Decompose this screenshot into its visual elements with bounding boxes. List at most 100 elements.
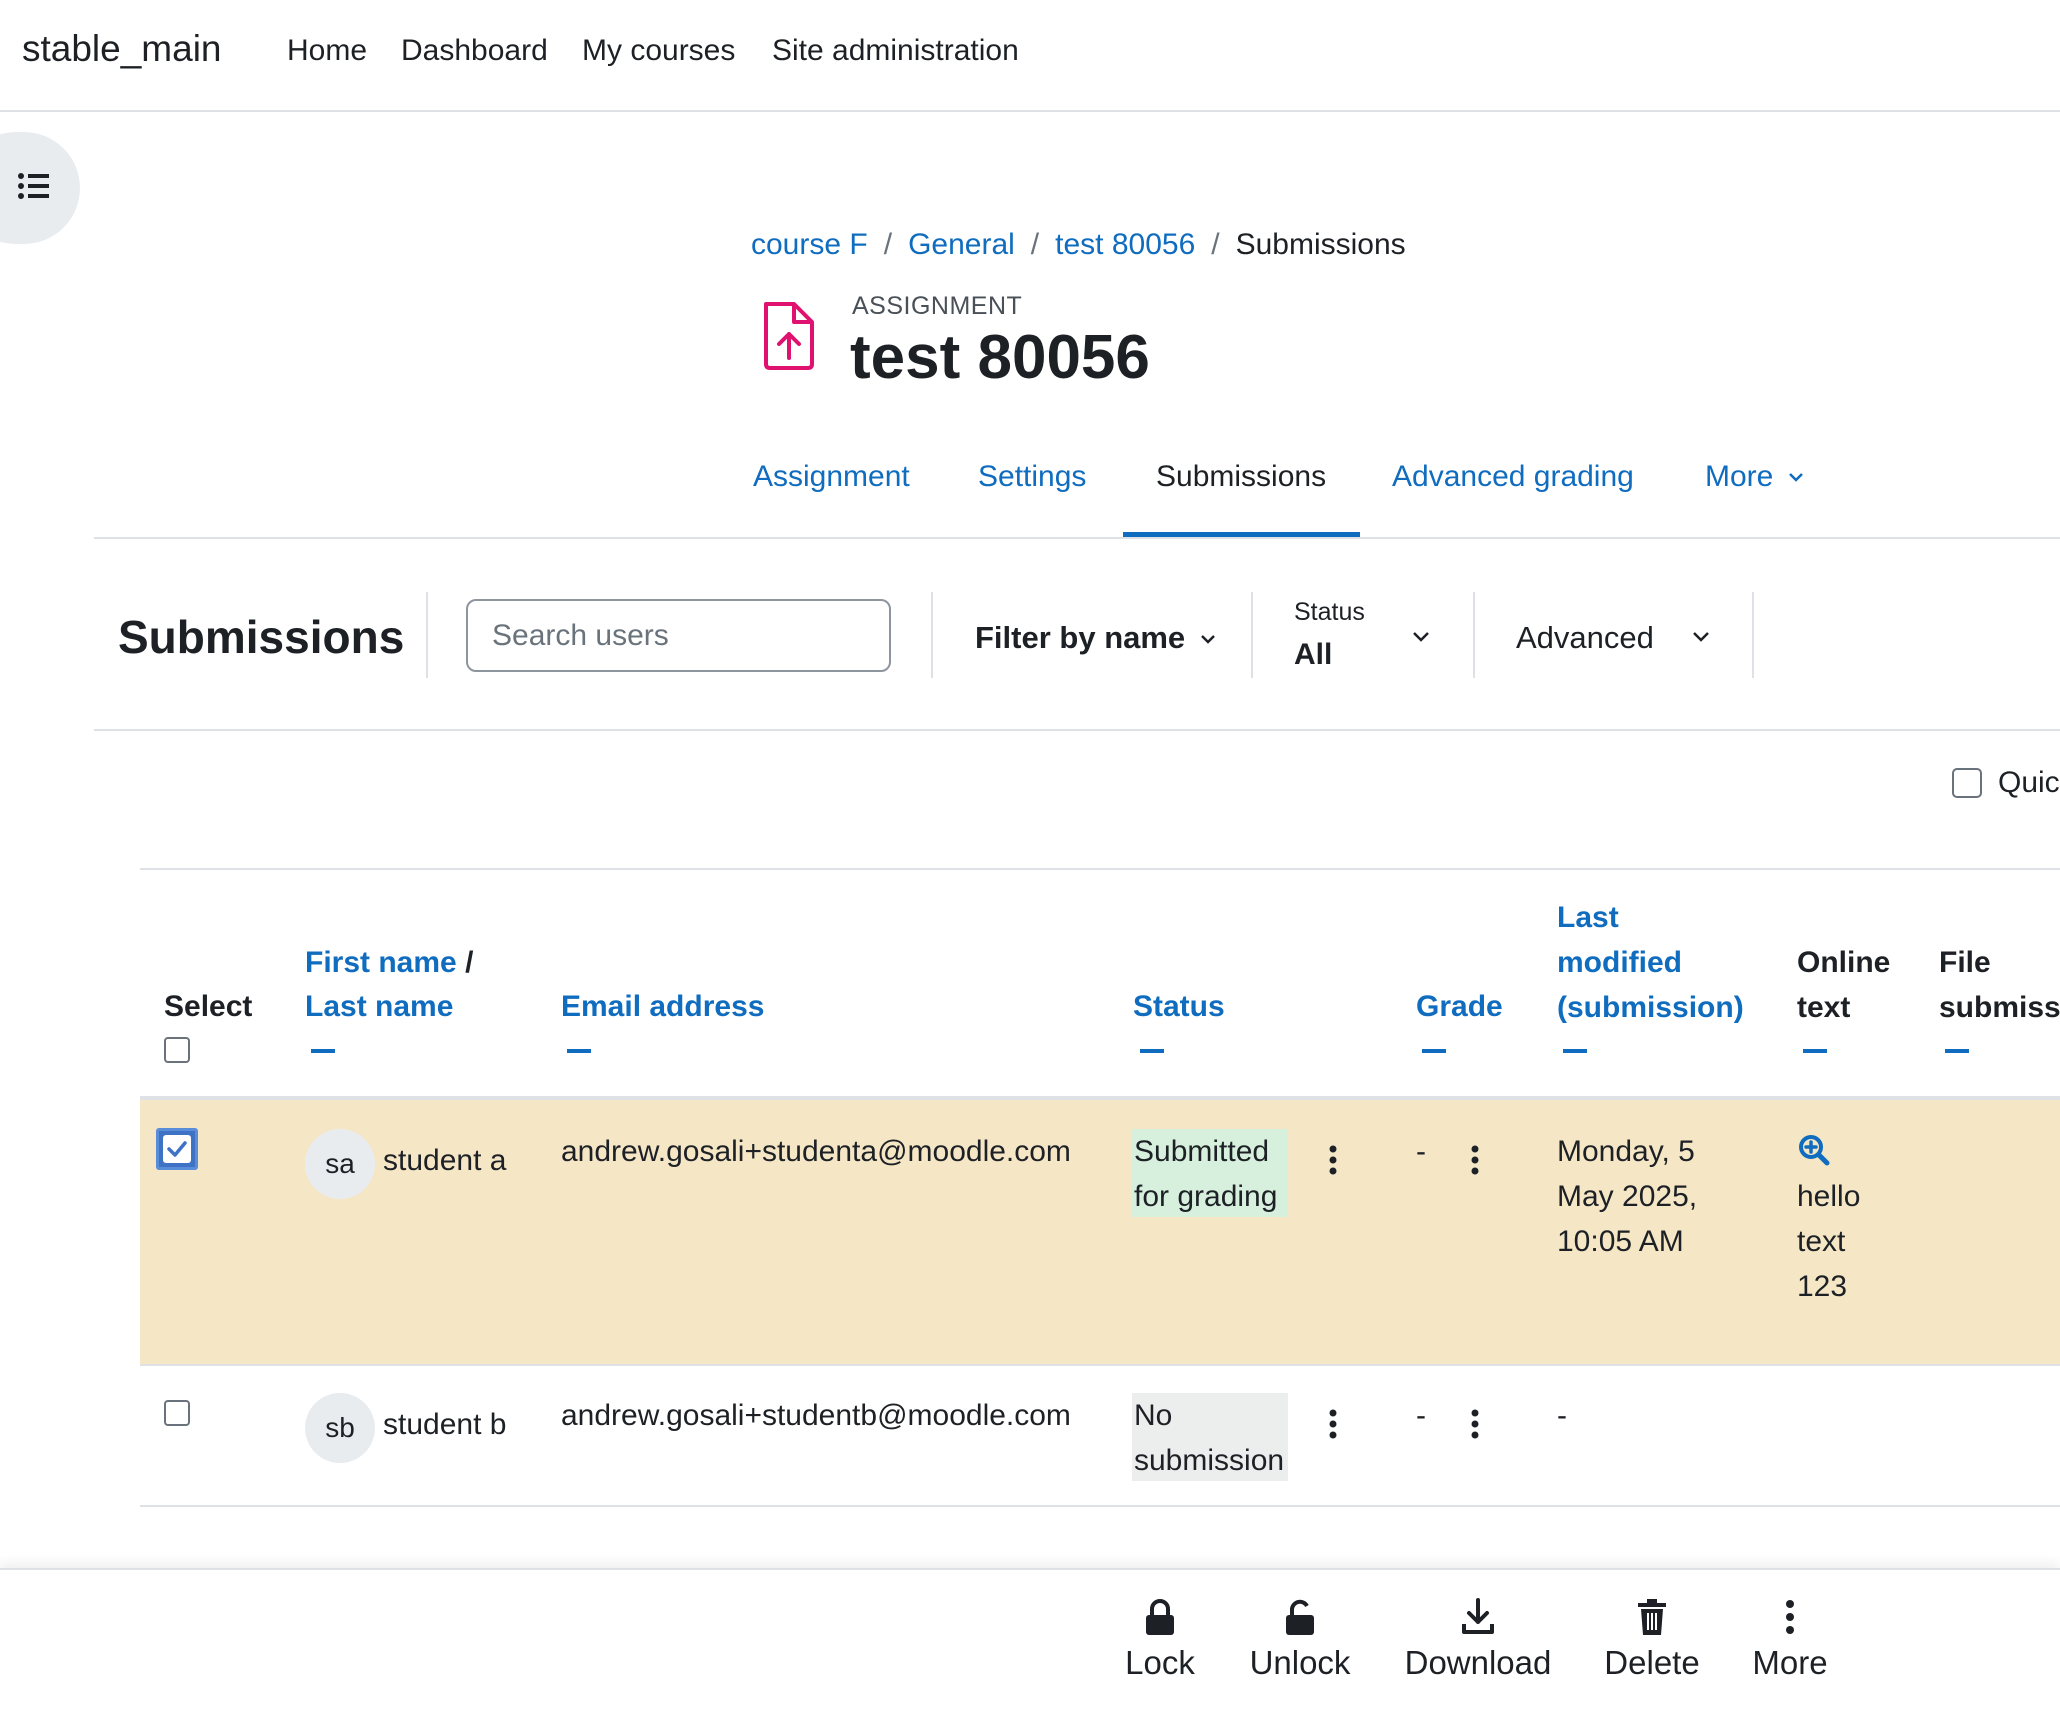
status-badge: No submission — [1132, 1393, 1288, 1481]
breadcrumb-section[interactable]: General — [908, 228, 1015, 262]
row-select-checkbox[interactable] — [164, 1400, 190, 1426]
status-line: for grading — [1134, 1180, 1278, 1213]
tab-assignment[interactable]: Assignment — [753, 460, 910, 494]
breadcrumb-separator: / — [883, 228, 893, 261]
user-email: andrew.gosali+studentb@moodle.com — [561, 1399, 1071, 1432]
divider — [1251, 592, 1253, 678]
row-select-checkbox[interactable] — [156, 1128, 198, 1170]
breadcrumb-course[interactable]: course F — [751, 228, 868, 262]
more-actions-button[interactable]: More — [1748, 1596, 1832, 1682]
grade-actions-menu-icon[interactable] — [1470, 1409, 1480, 1439]
column-header-first-name[interactable]: First name / — [305, 940, 473, 985]
grade-value: - — [1416, 1399, 1426, 1432]
column-header-select: Select — [164, 990, 253, 1023]
breadcrumb-separator: / — [1211, 228, 1220, 261]
divider — [1752, 592, 1754, 678]
search-users-input[interactable] — [466, 599, 891, 672]
date-line: 10:05 AM — [1557, 1225, 1684, 1258]
breadcrumb-activity[interactable]: test 80056 — [1055, 228, 1195, 262]
user-name-link[interactable]: student a — [383, 1138, 506, 1183]
tab-submissions[interactable]: Submissions — [1156, 460, 1326, 494]
status-line: Submitted — [1134, 1135, 1270, 1168]
select-all-checkbox[interactable] — [164, 1037, 190, 1063]
sort-indicator-icon — [1945, 1049, 1969, 1053]
nav-site-administration[interactable]: Site administration — [772, 34, 1019, 68]
tab-settings[interactable]: Settings — [978, 460, 1086, 494]
status-actions-menu-icon[interactable] — [1328, 1145, 1338, 1175]
breadcrumb-separator: / — [1030, 228, 1040, 261]
nav-my-courses[interactable]: My courses — [582, 34, 735, 68]
status-filter-label: Status — [1294, 598, 1365, 626]
kebab-menu-icon — [1786, 1600, 1794, 1634]
checkmark-icon — [163, 1135, 191, 1163]
date-line: Monday, 5 — [1557, 1135, 1695, 1168]
column-header-grade[interactable]: Grade — [1416, 984, 1503, 1029]
first-name-sort-link[interactable]: First name — [305, 946, 457, 979]
filter-by-name-dropdown[interactable]: Filter by name — [975, 620, 1216, 656]
user-email: andrew.gosali+studenta@moodle.com — [561, 1135, 1071, 1168]
sort-indicator-icon — [1563, 1049, 1587, 1053]
filterbar-divider — [94, 729, 2060, 731]
header-line: Last — [1557, 901, 1619, 934]
avatar[interactable]: sa — [305, 1129, 375, 1199]
submissions-heading: Submissions — [118, 611, 405, 663]
column-header-last-name[interactable]: Last name — [305, 984, 453, 1029]
header-line: File — [1939, 946, 1991, 979]
unlock-icon — [1286, 1599, 1314, 1635]
status-line: No — [1134, 1399, 1173, 1432]
page-title: test 80056 — [850, 323, 1150, 392]
row-divider — [140, 1505, 2060, 1507]
divider — [426, 592, 428, 678]
row-divider — [140, 1364, 2060, 1366]
lock-button[interactable]: Lock — [1118, 1596, 1202, 1682]
status-filter-value[interactable]: All — [1294, 638, 1332, 672]
nav-home[interactable]: Home — [287, 34, 367, 68]
sort-indicator-icon — [1422, 1049, 1446, 1053]
quick-grading-checkbox[interactable] — [1952, 768, 1982, 798]
list-icon — [18, 173, 49, 199]
lock-icon — [1146, 1599, 1174, 1635]
tab-advanced-grading[interactable]: Advanced grading — [1392, 460, 1634, 494]
column-header-last-modified[interactable]: Last modified (submission) — [1557, 895, 1744, 1030]
text-line: hello — [1797, 1180, 1861, 1213]
site-brand[interactable]: stable_main — [22, 28, 222, 70]
status-actions-menu-icon[interactable] — [1328, 1409, 1338, 1439]
breadcrumb-current: Submissions — [1235, 228, 1406, 261]
tabs-divider — [94, 537, 2060, 539]
advanced-filter-label[interactable]: Advanced — [1516, 620, 1654, 656]
course-index-toggle-button[interactable] — [0, 132, 80, 244]
text-line: text — [1797, 1225, 1846, 1258]
download-button[interactable]: Download — [1402, 1596, 1554, 1682]
trash-icon — [1638, 1599, 1666, 1635]
unlock-button[interactable]: Unlock — [1244, 1596, 1356, 1682]
top-navbar: stable_main Home Dashboard My courses Si… — [0, 0, 2060, 112]
last-modified-value: - — [1557, 1399, 1567, 1432]
divider — [931, 592, 933, 678]
header-line: Online — [1797, 946, 1891, 979]
chevron-down-icon[interactable] — [1412, 630, 1430, 642]
name-separator: / — [465, 946, 474, 979]
user-name-link[interactable]: student b — [383, 1402, 506, 1447]
chevron-down-icon[interactable] — [1692, 630, 1710, 642]
column-header-status[interactable]: Status — [1133, 984, 1225, 1029]
header-line: modified — [1557, 946, 1682, 979]
tab-more[interactable]: More — [1705, 460, 1804, 494]
status-badge: Submitted for grading — [1132, 1129, 1288, 1217]
divider — [1473, 592, 1475, 678]
grade-value: - — [1416, 1135, 1426, 1168]
column-header-online-text: Online text — [1797, 940, 1890, 1030]
delete-button[interactable]: Delete — [1602, 1596, 1702, 1682]
column-header-email[interactable]: Email address — [561, 984, 764, 1029]
zoom-in-icon[interactable] — [1798, 1134, 1830, 1166]
nav-dashboard[interactable]: Dashboard — [401, 34, 548, 68]
sort-indicator-icon — [311, 1049, 335, 1053]
breadcrumb: course F / General / test 80056 / Submis… — [751, 228, 1406, 262]
grade-actions-menu-icon[interactable] — [1470, 1145, 1480, 1175]
filter-by-name-label: Filter by name — [975, 620, 1186, 655]
avatar[interactable]: sb — [305, 1393, 375, 1463]
text-line: 123 — [1797, 1270, 1848, 1303]
assignment-upload-icon — [764, 302, 814, 370]
sort-indicator-icon — [1140, 1049, 1164, 1053]
sort-indicator-icon — [567, 1049, 591, 1053]
more-actions-label: More — [1752, 1644, 1828, 1681]
